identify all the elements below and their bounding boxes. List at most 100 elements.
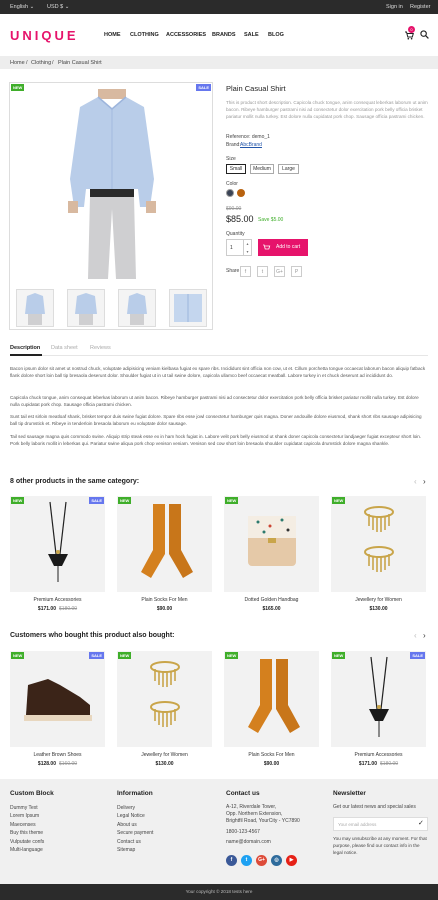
google-plus-share-icon[interactable]: G+ [274, 266, 285, 277]
old-price: $180.00 [59, 606, 78, 612]
facebook-share-icon[interactable]: f [240, 266, 251, 277]
gallery-thumbnail[interactable] [118, 289, 156, 327]
nav-blog[interactable]: BLOG [268, 32, 284, 38]
product-image[interactable] [10, 496, 105, 592]
new-badge: NEW [11, 652, 25, 659]
nav-accessories[interactable]: ACCESSORIES [166, 32, 206, 38]
carousel-next-icon[interactable]: › [423, 631, 426, 640]
color-swatch-brown[interactable] [237, 189, 245, 197]
youtube-icon[interactable]: ▶ [286, 855, 297, 866]
logo[interactable]: UNIQUE [10, 28, 79, 43]
product-name[interactable]: Premium Accessories [331, 752, 426, 758]
product-image[interactable] [331, 651, 426, 747]
tab-reviews[interactable]: Reviews [90, 345, 111, 351]
breadcrumb-separator: / [26, 60, 28, 66]
footer-link[interactable]: Secure payment [117, 829, 153, 837]
newsletter-submit-icon[interactable]: ✓ [418, 819, 424, 827]
nav-brands[interactable]: BRANDS [212, 32, 236, 38]
product-image[interactable] [117, 496, 212, 592]
gallery-thumbnail[interactable] [16, 289, 54, 327]
carousel-prev-icon[interactable]: ‹ [414, 477, 417, 486]
description-paragraph: Sunt tail est sirloin meatloaf shank, br… [10, 414, 422, 426]
product-name[interactable]: Plain Socks For Men [117, 597, 212, 603]
footer-link[interactable]: Legal Notice [117, 812, 153, 820]
nav-clothing[interactable]: CLOTHING [130, 32, 159, 38]
product-image[interactable] [331, 496, 426, 592]
size-medium-button[interactable]: Medium [250, 164, 274, 174]
register-link[interactable]: Register [410, 4, 430, 10]
product-name[interactable]: Premium Accessories [10, 597, 105, 603]
contact-phone[interactable]: 1800-123-4567 [226, 828, 300, 836]
top-bar: English ⌄ USD $ ⌄ Sign in Register [0, 0, 438, 14]
product-image[interactable] [224, 496, 319, 592]
google-plus-icon[interactable]: G+ [256, 855, 267, 866]
product-card[interactable]: NEW [331, 496, 426, 592]
product-reference: Reference: demo_1 [226, 134, 270, 140]
tab-data-sheet[interactable]: Data sheet [51, 345, 78, 351]
language-selector[interactable]: English ⌄ [10, 4, 34, 10]
product-card[interactable]: NEW [224, 651, 319, 747]
newsletter-email-input[interactable]: Your email address [333, 817, 428, 831]
footer-newsletter: Newsletter Get our latest news and speci… [333, 790, 416, 811]
size-small-button[interactable]: Small [226, 164, 246, 174]
sign-in-link[interactable]: Sign in [386, 4, 403, 10]
quantity-input[interactable]: 1 [226, 239, 244, 256]
footer-link[interactable]: Buy this theme [10, 829, 54, 837]
breadcrumb-home[interactable]: Home [10, 60, 25, 66]
color-swatch-navy[interactable] [226, 189, 234, 197]
save-amount: Save $5.00 [258, 217, 284, 223]
tab-description[interactable]: Description [10, 345, 40, 351]
carousel-next-icon[interactable]: › [423, 477, 426, 486]
instagram-icon[interactable]: ◎ [271, 855, 282, 866]
facebook-icon[interactable]: f [226, 855, 237, 866]
nav-sale[interactable]: SALE [244, 32, 259, 38]
footer-link[interactable]: Dummy Text [10, 804, 54, 812]
also-bought-title: Customers who bought this product also b… [10, 632, 175, 639]
brand-link[interactable]: AbcBrand [240, 142, 262, 148]
product-card[interactable]: NEW SALE [10, 496, 105, 592]
product-name[interactable]: Plain Socks For Men [224, 752, 319, 758]
product-image[interactable] [117, 651, 212, 747]
new-badge: NEW [11, 84, 25, 91]
twitter-share-icon[interactable]: t [257, 266, 268, 277]
nav-home[interactable]: HOME [104, 32, 121, 38]
footer-link[interactable]: Sitemap [117, 846, 153, 854]
footer-link[interactable]: Multi-language [10, 846, 54, 854]
footer-link[interactable]: Maecenses [10, 821, 54, 829]
contact-address: Brightfil Road, YourCity - YC7890 [226, 818, 300, 824]
cart-icon [263, 244, 271, 253]
product-price: $171.00 $180.00 [358, 761, 399, 767]
product-card[interactable]: NEW [117, 651, 212, 747]
currency-selector[interactable]: USD $ ⌄ [47, 4, 69, 10]
product-image[interactable] [224, 651, 319, 747]
cart-count-badge: 0 [408, 26, 415, 33]
product-card[interactable]: NEW [224, 496, 319, 592]
product-name[interactable]: Leather Brown Shoes [10, 752, 105, 758]
product-card[interactable]: NEW [117, 496, 212, 592]
product-name[interactable]: Dotted Golden Handbag [224, 597, 319, 603]
contact-email[interactable]: name@domain.com [226, 838, 300, 846]
old-price: $90.00 [226, 206, 242, 212]
gallery-thumbnail[interactable] [169, 289, 207, 327]
size-large-button[interactable]: Large [278, 164, 299, 174]
gallery-thumbnail[interactable] [67, 289, 105, 327]
footer-link[interactable]: Vulputate confs [10, 838, 54, 846]
carousel-prev-icon[interactable]: ‹ [414, 631, 417, 640]
product-main-image[interactable] [50, 89, 174, 285]
product-image[interactable] [10, 651, 105, 747]
new-badge: NEW [11, 497, 25, 504]
product-price: $171.00 $180.00 [37, 606, 78, 612]
quantity-stepper[interactable]: ▴ ▾ [244, 239, 252, 256]
breadcrumb-clothing[interactable]: Clothing [31, 60, 51, 66]
product-name[interactable]: Jewellery for Women [331, 597, 426, 603]
search-icon[interactable] [420, 30, 429, 41]
product-card[interactable]: NEW SALE [331, 651, 426, 747]
product-name[interactable]: Jewellery for Women [117, 752, 212, 758]
footer-link[interactable]: Contact us [117, 838, 153, 846]
pinterest-share-icon[interactable]: P [291, 266, 302, 277]
footer-link[interactable]: Delivery [117, 804, 153, 812]
product-card[interactable]: NEW SALE [10, 651, 105, 747]
footer-link[interactable]: About us [117, 821, 153, 829]
footer-link[interactable]: Lorem Ipsum [10, 812, 54, 820]
twitter-icon[interactable]: t [241, 855, 252, 866]
